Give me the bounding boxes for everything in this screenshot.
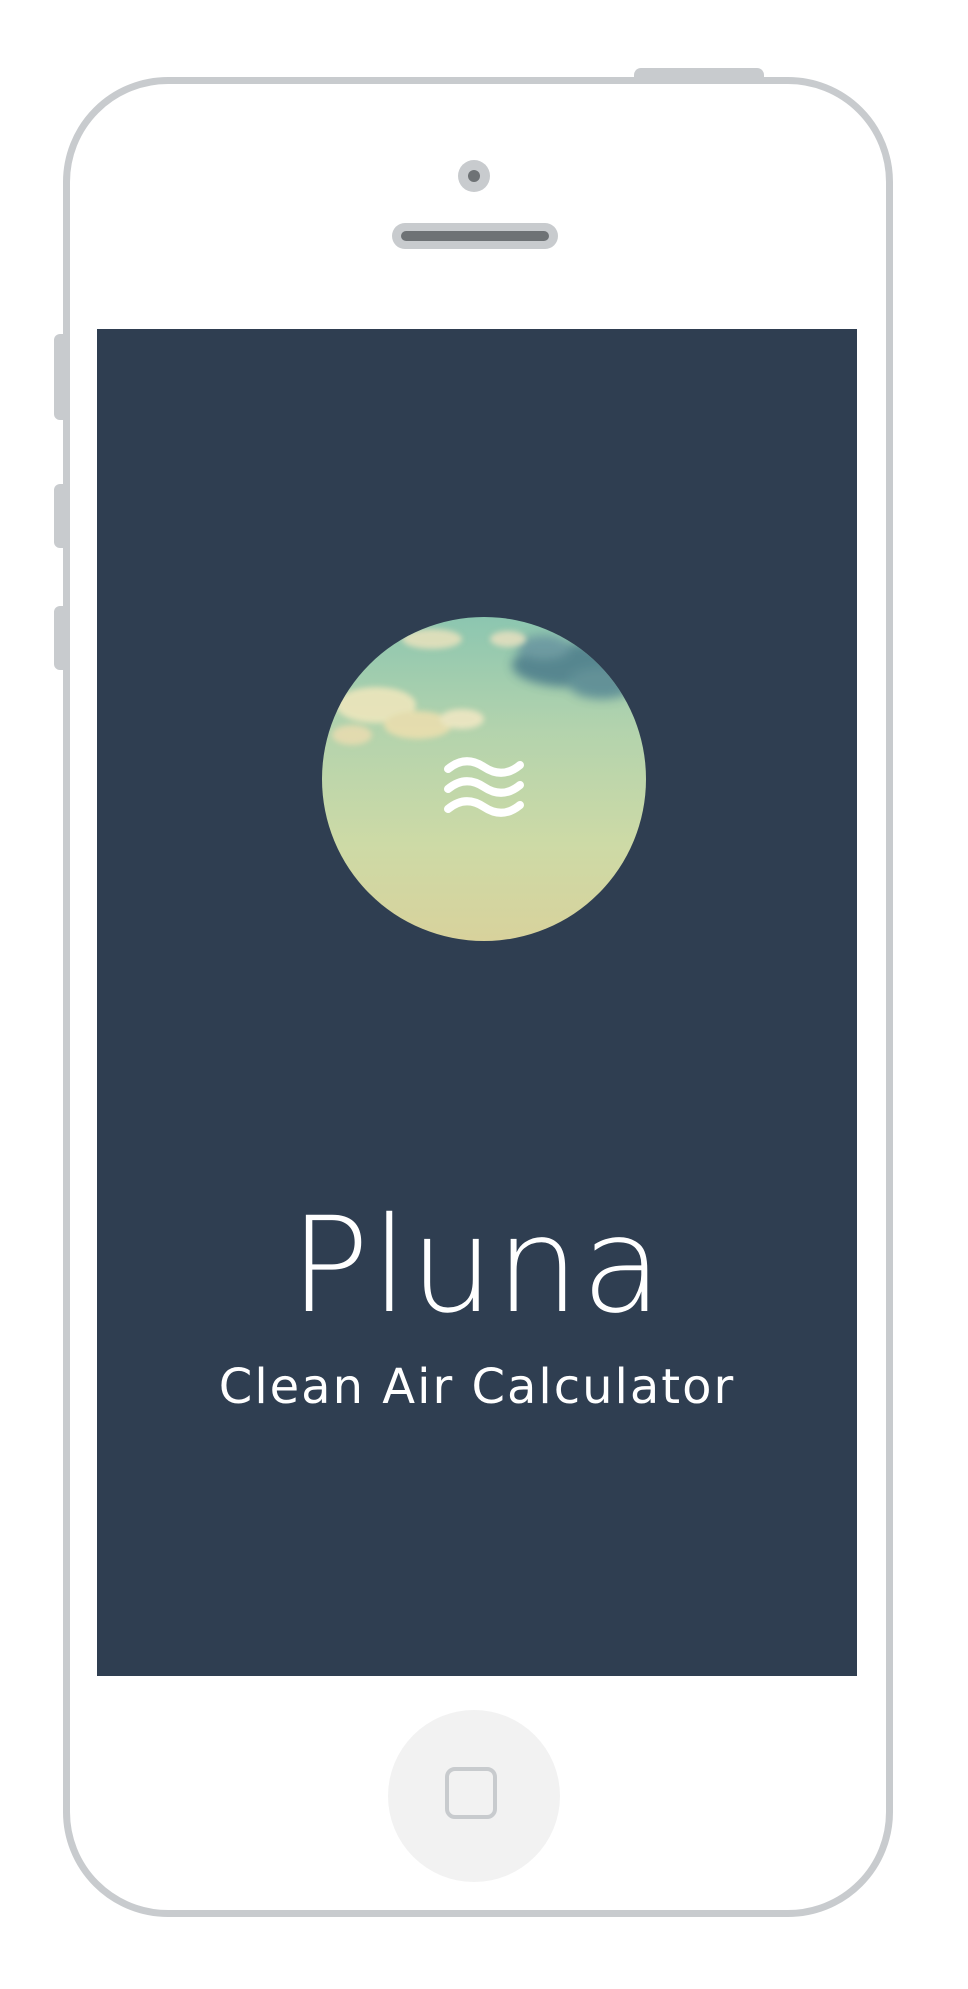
home-button[interactable] (388, 1710, 560, 1882)
earpiece-speaker (392, 223, 558, 249)
app-subtitle: Clean Air Calculator (218, 1359, 736, 1415)
home-square-icon (445, 1767, 497, 1819)
front-camera (458, 160, 490, 192)
app-logo (322, 617, 646, 941)
splash-screen: Pluna Clean Air Calculator (97, 329, 857, 1676)
app-title: Pluna (289, 1189, 665, 1343)
air-waves-icon (444, 757, 524, 817)
